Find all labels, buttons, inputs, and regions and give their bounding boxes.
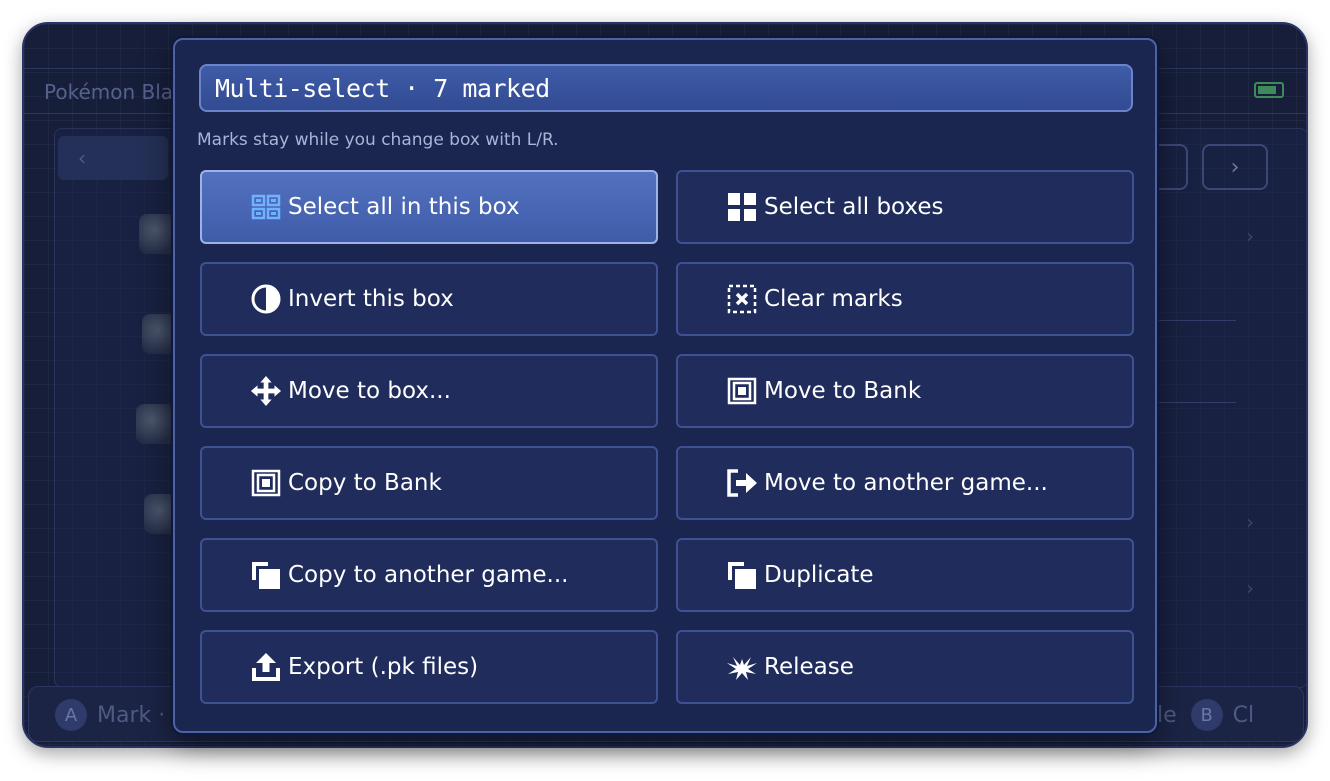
upload-icon xyxy=(250,651,282,683)
mark-hint[interactable]: A Mark · H xyxy=(55,699,189,731)
bank-icon xyxy=(250,467,282,499)
option-grid: Select all in this box Select all boxes In… xyxy=(200,170,1134,704)
box-nav[interactable]: ‹ xyxy=(58,136,168,180)
option-label: Move to another game... xyxy=(764,470,1048,496)
bank-icon xyxy=(726,375,758,407)
chevron-right-icon: › xyxy=(1246,224,1254,248)
duplicate-button[interactable]: Duplicate xyxy=(676,538,1134,612)
select-all-in-this-box-button[interactable]: Select all in this box xyxy=(200,170,658,244)
chevron-left-icon: ‹ xyxy=(78,146,86,170)
chevron-right-icon: › xyxy=(1246,510,1254,534)
option-label: Select all boxes xyxy=(764,194,944,220)
partial-hint-label: le xyxy=(1157,702,1177,728)
close-hint[interactable]: le B Cl xyxy=(1157,699,1254,731)
dialog-hint: Marks stay while you change box with L/R… xyxy=(197,130,559,150)
release-button[interactable]: Release xyxy=(676,630,1134,704)
chevron-right-icon: › xyxy=(1246,576,1254,600)
option-label: Invert this box xyxy=(288,286,454,312)
copy-to-bank-button[interactable]: Copy to Bank xyxy=(200,446,658,520)
option-label: Move to box... xyxy=(288,378,451,404)
dialog-title: Multi-select · 7 marked xyxy=(199,64,1133,112)
option-label: Copy to Bank xyxy=(288,470,442,496)
invert-icon xyxy=(250,283,282,315)
game-title: Pokémon Bla xyxy=(44,80,174,104)
clear-icon xyxy=(726,283,758,315)
chevron-right-icon: › xyxy=(1230,154,1240,180)
grid-icon xyxy=(726,191,758,223)
move-to-another-game-button[interactable]: Move to another game... xyxy=(676,446,1134,520)
move-to-box-button[interactable]: Move to box... xyxy=(200,354,658,428)
multi-select-dialog: Multi-select · 7 marked Marks stay while… xyxy=(173,38,1157,733)
pokemon-sprite[interactable] xyxy=(136,404,176,444)
release-icon xyxy=(726,651,758,683)
copy-icon xyxy=(250,559,282,591)
export-pk-files-button[interactable]: Export (.pk files) xyxy=(200,630,658,704)
move-icon xyxy=(250,375,282,407)
option-label: Move to Bank xyxy=(764,378,922,404)
option-label: Clear marks xyxy=(764,286,903,312)
export-arrow-icon xyxy=(726,467,758,499)
copy-to-another-game-button[interactable]: Copy to another game... xyxy=(200,538,658,612)
close-hint-label: Cl xyxy=(1232,702,1255,728)
select-all-boxes-button[interactable]: Select all boxes xyxy=(676,170,1134,244)
detail-panel xyxy=(1144,128,1306,688)
b-button-icon: B xyxy=(1190,699,1223,731)
select-box-icon xyxy=(250,191,282,223)
battery-icon xyxy=(1254,82,1284,98)
divider xyxy=(1158,402,1236,403)
divider xyxy=(1158,320,1236,321)
option-label: Export (.pk files) xyxy=(288,654,479,680)
move-to-bank-button[interactable]: Move to Bank xyxy=(676,354,1134,428)
copy-icon xyxy=(726,559,758,591)
clear-marks-button[interactable]: Clear marks xyxy=(676,262,1134,336)
a-button-icon: A xyxy=(55,699,87,731)
option-label: Release xyxy=(764,654,854,680)
option-label: Select all in this box xyxy=(288,194,520,220)
next-box-button[interactable]: › xyxy=(1202,144,1268,190)
option-label: Copy to another game... xyxy=(288,562,569,588)
invert-this-box-button[interactable]: Invert this box xyxy=(200,262,658,336)
option-label: Duplicate xyxy=(764,562,874,588)
